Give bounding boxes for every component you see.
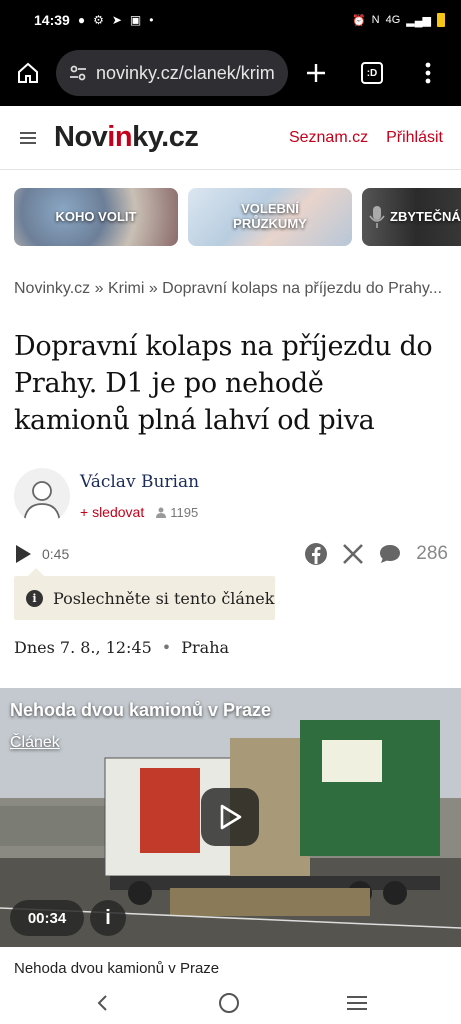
battery-icon bbox=[437, 13, 445, 27]
followers-count: 1195 bbox=[156, 505, 198, 520]
hamburger-menu-icon[interactable] bbox=[20, 129, 36, 147]
url-text: novinky.cz/clanek/krim bbox=[96, 62, 275, 83]
network-label: 4G bbox=[385, 14, 401, 26]
breadcrumb[interactable]: Novinky.cz » Krimi » Dopravní kolaps na … bbox=[14, 280, 448, 298]
menu-button[interactable] bbox=[400, 62, 456, 84]
info-icon: i bbox=[26, 589, 43, 607]
tab-count: :D bbox=[361, 62, 383, 84]
tile-label: KOHO VOLIT bbox=[55, 208, 137, 224]
video-title[interactable]: Nehoda dvou kamionů v Praze bbox=[10, 700, 271, 721]
seznam-link[interactable]: Seznam.cz bbox=[289, 129, 368, 147]
author-name[interactable]: Václav Burian bbox=[80, 472, 199, 492]
listen-label: Poslechněte si tento článek bbox=[53, 588, 275, 608]
video-player[interactable]: Nehoda dvou kamionů v Praze Článek 00:34… bbox=[0, 688, 461, 947]
article-location: Praha bbox=[181, 638, 230, 657]
address-bar[interactable]: novinky.cz/clanek/krim bbox=[56, 50, 288, 96]
topic-tiles: KOHO VOLIT VOLEBNÍ PRŮZKUMY ZBYTEČNÁ bbox=[14, 188, 461, 246]
video-caption: Nehoda dvou kamionů v Praze bbox=[14, 960, 220, 977]
logo-part-1: Nov bbox=[54, 121, 108, 153]
alarm-icon: ⏰ bbox=[351, 14, 366, 27]
play-audio-icon[interactable] bbox=[14, 544, 32, 564]
separator-dot: • bbox=[161, 638, 172, 657]
nfc-icon: N bbox=[371, 14, 380, 26]
signal-icon: ▂▄▆ bbox=[406, 14, 431, 27]
window-icon: ▣ bbox=[129, 13, 142, 27]
home-circle-icon[interactable] bbox=[218, 992, 240, 1014]
site-settings-icon[interactable] bbox=[68, 63, 88, 83]
person-icon bbox=[23, 481, 61, 524]
status-bar: 14:39 ● ⚙ ➤ ▣ • ⏰ N 4G ▂▄▆ bbox=[0, 0, 461, 40]
article-date: Dnes 7. 8., 12:45 bbox=[14, 638, 152, 657]
facebook-icon[interactable] bbox=[304, 542, 328, 566]
site-logo[interactable]: Novinky.cz bbox=[54, 121, 199, 154]
gear-icon: ⚙ bbox=[93, 13, 104, 27]
comments-count[interactable]: 286 bbox=[416, 543, 448, 565]
tile-volebni-pruzkumy[interactable]: VOLEBNÍ PRŮZKUMY bbox=[188, 188, 352, 246]
more-vert-icon bbox=[425, 62, 431, 84]
microphone-icon bbox=[369, 206, 385, 228]
tile-label: VOLEBNÍ PRŮZKUMY bbox=[233, 201, 307, 231]
login-link[interactable]: Přihlásit bbox=[386, 129, 443, 147]
logo-part-3: ky.cz bbox=[132, 121, 199, 153]
video-article-link[interactable]: Článek bbox=[10, 734, 60, 752]
x-icon[interactable] bbox=[342, 543, 364, 565]
play-icon bbox=[220, 804, 242, 830]
video-info-button[interactable]: i bbox=[90, 900, 126, 936]
notification-icons: ● ⚙ ➤ ▣ • bbox=[78, 13, 154, 27]
new-tab-button[interactable] bbox=[288, 62, 344, 84]
audio-duration: 0:45 bbox=[42, 546, 70, 562]
tile-koho-volit[interactable]: KOHO VOLIT bbox=[14, 188, 178, 246]
follow-button[interactable]: + sledovat bbox=[80, 504, 144, 520]
comment-icon[interactable] bbox=[378, 543, 402, 565]
video-time: 00:34 bbox=[10, 900, 84, 936]
send-icon: ➤ bbox=[111, 13, 122, 27]
dot-icon: • bbox=[149, 13, 154, 27]
video-play-button[interactable] bbox=[201, 788, 259, 846]
system-icons: ⏰ N 4G ▂▄▆ bbox=[352, 13, 445, 27]
article-headline: Dopravní kolaps na příjezdu do Prahy. D1… bbox=[14, 331, 433, 436]
audio-share-row: 0:45 286 bbox=[14, 540, 448, 568]
tabs-button[interactable]: :D bbox=[344, 62, 400, 84]
tile-label: ZBYTEČNÁ bbox=[390, 208, 461, 224]
author-block: Václav Burian + sledovat 1195 bbox=[14, 468, 199, 524]
site-header: Novinky.cz Seznam.cz Přihlásit bbox=[0, 106, 461, 170]
browser-toolbar: novinky.cz/clanek/krim :D bbox=[0, 40, 461, 106]
person-small-icon bbox=[156, 507, 167, 518]
listen-article-tooltip[interactable]: i Poslechněte si tento článek bbox=[14, 568, 275, 620]
tile-zbytecna[interactable]: ZBYTEČNÁ bbox=[362, 188, 461, 246]
avatar[interactable] bbox=[14, 468, 70, 524]
status-time: 14:39 bbox=[34, 12, 70, 28]
article-dateline: Dnes 7. 8., 12:45 • Praha bbox=[14, 638, 229, 657]
system-nav-bar bbox=[0, 982, 461, 1024]
home-button[interactable] bbox=[0, 61, 56, 85]
home-icon bbox=[18, 62, 38, 83]
chat-icon: ● bbox=[77, 13, 86, 27]
recents-icon[interactable] bbox=[346, 994, 368, 1012]
back-icon[interactable] bbox=[93, 993, 113, 1013]
plus-icon bbox=[307, 64, 325, 82]
logo-part-2: in bbox=[107, 121, 133, 153]
followers-number: 1195 bbox=[170, 504, 199, 520]
